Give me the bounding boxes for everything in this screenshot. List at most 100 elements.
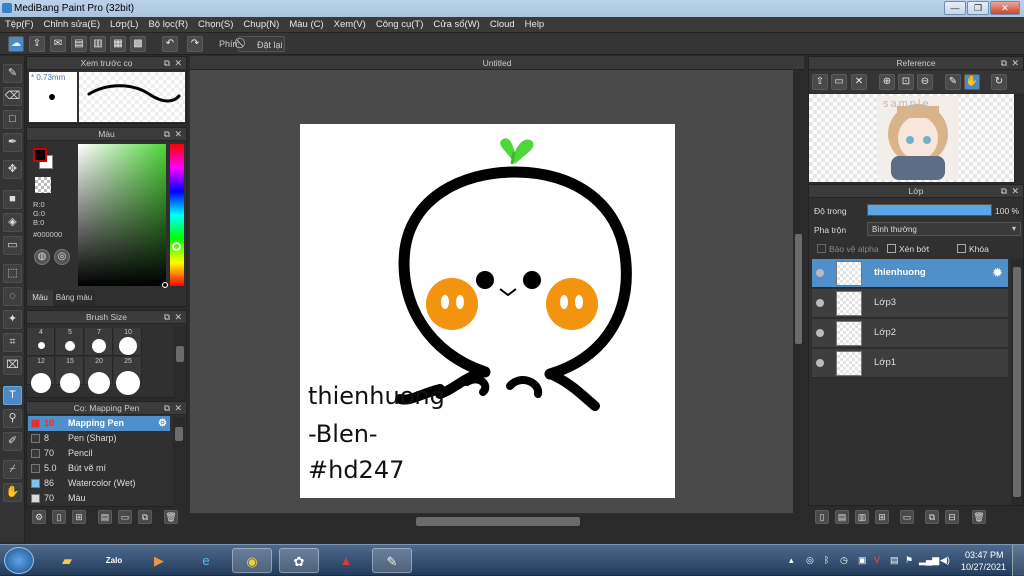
lock-checkbox[interactable] — [957, 244, 966, 253]
menu-edit[interactable]: Chỉnh sửa(E) — [39, 17, 106, 33]
menu-select[interactable]: Chọn(S) — [193, 17, 238, 33]
explorer-icon[interactable]: ▰ — [47, 548, 87, 573]
brush-size-scrollbar[interactable] — [174, 326, 186, 398]
layer-row[interactable]: Lớp3 — [812, 289, 1008, 318]
reset-button[interactable]: ⃠ Đặt lại — [238, 36, 285, 52]
zoom-out-icon[interactable]: ⊖ — [917, 74, 933, 90]
new-halftone-layer-icon[interactable]: ▤ — [835, 510, 849, 524]
tray-volume-icon[interactable]: ◀) — [940, 555, 950, 566]
open-folder-icon[interactable]: ▭ — [831, 74, 847, 90]
brush-item[interactable]: 70 Pencil — [28, 446, 170, 461]
close-button[interactable]: ✕ — [990, 1, 1020, 15]
new-layer-icon[interactable]: ▯ — [815, 510, 829, 524]
tray-expand-icon[interactable]: ▴ — [789, 555, 794, 566]
brush-item[interactable]: 5.0 Bút vẽ mí — [28, 461, 170, 476]
popout-icon[interactable]: ⧉ — [164, 402, 170, 415]
maximize-button[interactable]: ❐ — [967, 1, 989, 15]
tray-bluetooth-icon[interactable]: ᛒ — [824, 555, 829, 565]
menu-file[interactable]: Tệp(F) — [0, 17, 39, 33]
close-icon[interactable]: ✕ — [1011, 57, 1019, 70]
text-tool-icon[interactable]: T — [3, 386, 22, 405]
size-10[interactable]: 10 — [114, 328, 142, 356]
menu-filter[interactable]: Bộ lọc(R) — [143, 17, 193, 33]
size-25[interactable]: 25 — [114, 357, 142, 395]
tray-network-icon[interactable]: ▂▄▆ — [919, 555, 939, 566]
close-icon[interactable]: ✕ — [174, 402, 182, 415]
popout-icon[interactable]: ⧉ — [164, 128, 170, 141]
brush-item[interactable]: 8 Pen (Sharp) — [28, 431, 170, 446]
tab-color[interactable]: Màu — [27, 290, 53, 306]
canvas-tab[interactable]: Untitled — [190, 56, 804, 70]
canvas-vertical-scrollbar[interactable] — [793, 70, 804, 513]
add-brush-icon[interactable]: ⊞ — [72, 510, 86, 524]
transparent-swatch[interactable] — [35, 177, 51, 193]
lasso-icon[interactable]: ◌ — [3, 287, 22, 306]
menu-color[interactable]: Màu (C) — [284, 17, 328, 33]
canvas-horizontal-scrollbar[interactable] — [190, 515, 804, 528]
layer-folder-icon[interactable]: ▭ — [900, 510, 914, 524]
zalo-icon[interactable]: Zalo — [94, 548, 134, 573]
blend-dropdown[interactable]: Bình thường ▾ — [867, 222, 1021, 236]
tray-sync-icon[interactable]: ◷ — [840, 555, 848, 566]
show-desktop-button[interactable] — [1012, 545, 1024, 576]
menu-cloud[interactable]: Cloud — [485, 17, 520, 33]
layer-row[interactable]: Lớp1 — [812, 349, 1008, 378]
add-layer-menu-icon[interactable]: ⊞ — [875, 510, 889, 524]
tab-palette[interactable]: Bảng màu — [53, 290, 95, 306]
close-icon[interactable]: ✕ — [174, 128, 182, 141]
fill-rect-icon[interactable]: ■ — [3, 190, 22, 209]
remove-icon[interactable]: ✕ — [851, 74, 867, 90]
saturation-value-field[interactable] — [78, 144, 168, 288]
blur-tool-icon[interactable]: ✐ — [3, 432, 22, 451]
zoom-in-icon[interactable]: ⊕ — [879, 74, 895, 90]
merge-layer-icon[interactable]: ⊟ — [945, 510, 959, 524]
brush-item[interactable]: 70 Màu — [28, 491, 170, 506]
gradient-tool-icon[interactable]: ▭ — [3, 236, 22, 255]
clip-checkbox[interactable] — [887, 244, 896, 253]
fit-icon[interactable]: ⊡ — [898, 74, 914, 90]
brush-tool-icon[interactable]: ✎ — [3, 64, 22, 83]
layer-row[interactable]: Lớp2 — [812, 319, 1008, 348]
grid-icon[interactable]: ▩ — [130, 36, 146, 52]
menu-capture[interactable]: Chụp(N) — [238, 17, 284, 33]
new-brush-icon[interactable]: ▯ — [52, 510, 66, 524]
pdf-icon[interactable]: ▲ — [326, 548, 366, 573]
start-button[interactable] — [4, 547, 34, 574]
opacity-slider[interactable] — [867, 204, 992, 216]
brush-doc-icon[interactable]: ▤ — [98, 510, 112, 524]
clock-time[interactable]: 03:47 PM — [965, 550, 1004, 560]
copy-icon[interactable]: ⧉ — [138, 510, 152, 524]
foreground-color-swatch[interactable] — [33, 148, 47, 162]
minimize-button[interactable]: — — [944, 1, 966, 15]
folder-icon[interactable]: ▭ — [118, 510, 132, 524]
new-8bit-layer-icon[interactable]: ▥ — [855, 510, 869, 524]
rotate-icon[interactable]: ↻ — [991, 74, 1007, 90]
move-tool-icon[interactable]: ✥ — [3, 160, 22, 179]
size-15[interactable]: 15 — [56, 357, 84, 393]
visibility-icon[interactable] — [816, 269, 824, 277]
bucket-tool-icon[interactable]: ◈ — [3, 213, 22, 232]
popout-icon[interactable]: ⧉ — [164, 311, 170, 324]
close-icon[interactable]: ✕ — [1011, 185, 1019, 198]
hue-cursor[interactable] — [172, 242, 181, 251]
chrome-icon[interactable]: ◉ — [232, 548, 272, 573]
menu-window[interactable]: Cửa sổ(W) — [428, 17, 484, 33]
select-rect-icon[interactable]: ⬚ — [3, 264, 22, 283]
tray-vietkey-icon[interactable]: V — [874, 555, 880, 565]
size-4[interactable]: 4 — [27, 328, 55, 356]
clock-date[interactable]: 10/27/2021 — [961, 562, 1006, 572]
page-icon[interactable]: ▥ — [90, 36, 106, 52]
rectangle-tool-icon[interactable]: □ — [3, 110, 22, 129]
comment-icon[interactable]: ✉ — [50, 36, 66, 52]
close-icon[interactable]: ✕ — [174, 57, 182, 70]
eyedropper-icon[interactable]: ✎ — [945, 74, 961, 90]
pen-tool-icon[interactable]: ✒ — [3, 133, 22, 152]
paint-app-icon[interactable]: ✎ — [372, 548, 412, 573]
reference-scrollbar[interactable] — [1014, 94, 1024, 182]
menu-view[interactable]: Xem(V) — [329, 17, 371, 33]
upload-icon[interactable]: ⇧ — [812, 74, 828, 90]
operation-tool-icon[interactable]: ⚲ — [3, 409, 22, 428]
brush-list-scrollbar[interactable] — [173, 417, 185, 507]
magic-wand-icon[interactable]: ✦ — [3, 310, 22, 329]
menu-tools[interactable]: Công cụ(T) — [371, 17, 429, 33]
